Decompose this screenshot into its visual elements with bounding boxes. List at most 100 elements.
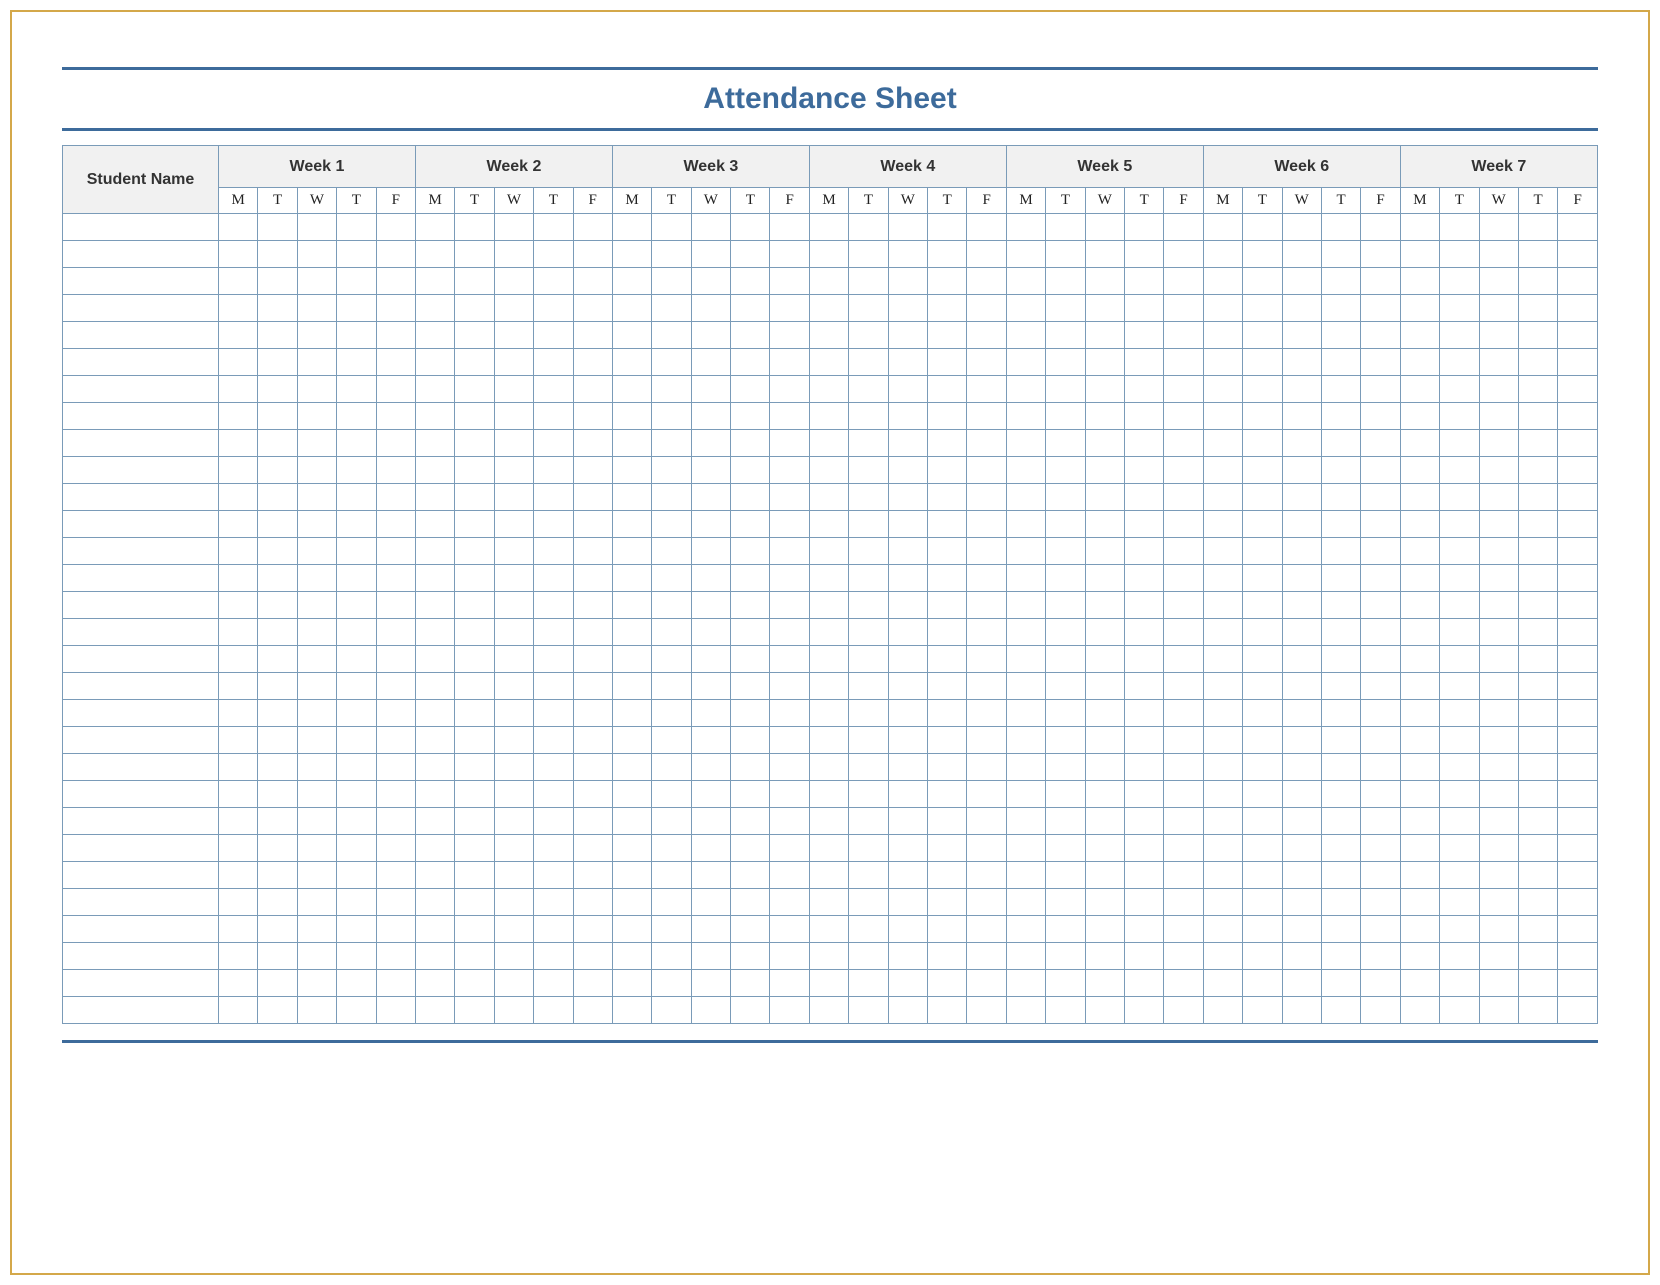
attendance-cell[interactable] bbox=[1518, 349, 1557, 376]
attendance-cell[interactable] bbox=[809, 403, 848, 430]
attendance-cell[interactable] bbox=[1282, 916, 1321, 943]
attendance-cell[interactable] bbox=[534, 241, 573, 268]
attendance-cell[interactable] bbox=[928, 241, 967, 268]
attendance-cell[interactable] bbox=[219, 538, 258, 565]
attendance-cell[interactable] bbox=[219, 727, 258, 754]
attendance-cell[interactable] bbox=[1400, 997, 1439, 1024]
attendance-cell[interactable] bbox=[573, 565, 612, 592]
attendance-cell[interactable] bbox=[652, 781, 691, 808]
attendance-cell[interactable] bbox=[967, 862, 1006, 889]
attendance-cell[interactable] bbox=[612, 295, 651, 322]
attendance-cell[interactable] bbox=[1046, 727, 1085, 754]
attendance-cell[interactable] bbox=[1440, 619, 1479, 646]
attendance-cell[interactable] bbox=[691, 511, 730, 538]
attendance-cell[interactable] bbox=[415, 808, 454, 835]
attendance-cell[interactable] bbox=[376, 862, 415, 889]
attendance-cell[interactable] bbox=[337, 484, 376, 511]
attendance-cell[interactable] bbox=[455, 646, 494, 673]
attendance-cell[interactable] bbox=[337, 214, 376, 241]
attendance-cell[interactable] bbox=[376, 646, 415, 673]
student-name-cell[interactable] bbox=[63, 943, 219, 970]
attendance-cell[interactable] bbox=[1558, 214, 1598, 241]
attendance-cell[interactable] bbox=[770, 781, 809, 808]
attendance-cell[interactable] bbox=[494, 970, 533, 997]
attendance-cell[interactable] bbox=[1479, 943, 1518, 970]
attendance-cell[interactable] bbox=[691, 700, 730, 727]
attendance-cell[interactable] bbox=[1046, 322, 1085, 349]
attendance-cell[interactable] bbox=[415, 943, 454, 970]
attendance-cell[interactable] bbox=[731, 403, 770, 430]
attendance-cell[interactable] bbox=[1518, 214, 1557, 241]
attendance-cell[interactable] bbox=[691, 997, 730, 1024]
attendance-cell[interactable] bbox=[1203, 268, 1242, 295]
attendance-cell[interactable] bbox=[1518, 322, 1557, 349]
attendance-cell[interactable] bbox=[219, 241, 258, 268]
attendance-cell[interactable] bbox=[1558, 862, 1598, 889]
attendance-cell[interactable] bbox=[691, 484, 730, 511]
attendance-cell[interactable] bbox=[770, 889, 809, 916]
attendance-cell[interactable] bbox=[1046, 484, 1085, 511]
attendance-cell[interactable] bbox=[691, 214, 730, 241]
attendance-cell[interactable] bbox=[1440, 403, 1479, 430]
attendance-cell[interactable] bbox=[337, 538, 376, 565]
attendance-cell[interactable] bbox=[337, 835, 376, 862]
attendance-cell[interactable] bbox=[967, 592, 1006, 619]
attendance-cell[interactable] bbox=[1282, 943, 1321, 970]
attendance-cell[interactable] bbox=[1400, 349, 1439, 376]
attendance-cell[interactable] bbox=[1361, 835, 1400, 862]
attendance-cell[interactable] bbox=[1558, 889, 1598, 916]
attendance-cell[interactable] bbox=[1440, 727, 1479, 754]
attendance-cell[interactable] bbox=[1361, 457, 1400, 484]
attendance-cell[interactable] bbox=[1479, 997, 1518, 1024]
attendance-cell[interactable] bbox=[1006, 376, 1045, 403]
attendance-cell[interactable] bbox=[455, 349, 494, 376]
attendance-cell[interactable] bbox=[849, 322, 888, 349]
attendance-cell[interactable] bbox=[809, 241, 848, 268]
attendance-cell[interactable] bbox=[1046, 619, 1085, 646]
attendance-cell[interactable] bbox=[376, 781, 415, 808]
attendance-cell[interactable] bbox=[1006, 349, 1045, 376]
attendance-cell[interactable] bbox=[1282, 889, 1321, 916]
attendance-cell[interactable] bbox=[297, 403, 336, 430]
attendance-cell[interactable] bbox=[415, 268, 454, 295]
attendance-cell[interactable] bbox=[612, 241, 651, 268]
attendance-cell[interactable] bbox=[1203, 349, 1242, 376]
attendance-cell[interactable] bbox=[928, 511, 967, 538]
attendance-cell[interactable] bbox=[1243, 808, 1282, 835]
attendance-cell[interactable] bbox=[258, 268, 297, 295]
attendance-cell[interactable] bbox=[1164, 214, 1203, 241]
attendance-cell[interactable] bbox=[888, 268, 927, 295]
attendance-cell[interactable] bbox=[1321, 484, 1360, 511]
attendance-cell[interactable] bbox=[612, 862, 651, 889]
attendance-cell[interactable] bbox=[1203, 943, 1242, 970]
attendance-cell[interactable] bbox=[1006, 754, 1045, 781]
attendance-cell[interactable] bbox=[1400, 592, 1439, 619]
attendance-cell[interactable] bbox=[928, 916, 967, 943]
student-name-cell[interactable] bbox=[63, 781, 219, 808]
attendance-cell[interactable] bbox=[1006, 862, 1045, 889]
attendance-cell[interactable] bbox=[219, 295, 258, 322]
attendance-cell[interactable] bbox=[612, 430, 651, 457]
attendance-cell[interactable] bbox=[1518, 511, 1557, 538]
attendance-cell[interactable] bbox=[1558, 268, 1598, 295]
attendance-cell[interactable] bbox=[1321, 862, 1360, 889]
attendance-cell[interactable] bbox=[691, 673, 730, 700]
attendance-cell[interactable] bbox=[1006, 322, 1045, 349]
attendance-cell[interactable] bbox=[258, 376, 297, 403]
attendance-cell[interactable] bbox=[967, 457, 1006, 484]
attendance-cell[interactable] bbox=[1085, 241, 1124, 268]
attendance-cell[interactable] bbox=[1518, 754, 1557, 781]
attendance-cell[interactable] bbox=[731, 808, 770, 835]
attendance-cell[interactable] bbox=[1558, 646, 1598, 673]
attendance-cell[interactable] bbox=[1558, 673, 1598, 700]
attendance-cell[interactable] bbox=[1479, 268, 1518, 295]
attendance-cell[interactable] bbox=[652, 700, 691, 727]
attendance-cell[interactable] bbox=[1518, 862, 1557, 889]
attendance-cell[interactable] bbox=[1361, 754, 1400, 781]
attendance-cell[interactable] bbox=[1440, 457, 1479, 484]
attendance-cell[interactable] bbox=[297, 619, 336, 646]
attendance-cell[interactable] bbox=[1479, 889, 1518, 916]
attendance-cell[interactable] bbox=[1479, 295, 1518, 322]
attendance-cell[interactable] bbox=[1479, 214, 1518, 241]
attendance-cell[interactable] bbox=[691, 565, 730, 592]
